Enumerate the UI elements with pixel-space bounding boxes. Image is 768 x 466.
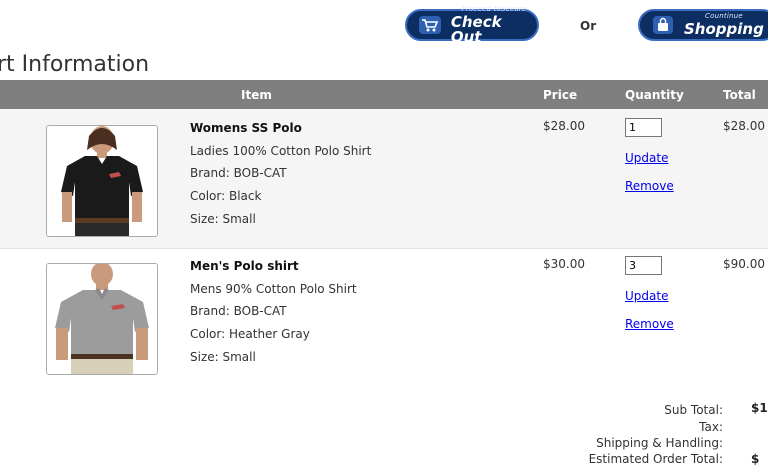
table-row: Womens SS Polo Ladies 100% Cotton Polo S… bbox=[0, 109, 768, 249]
cart-icon bbox=[417, 15, 443, 35]
continue-subtext: Countinue bbox=[705, 12, 743, 20]
tax-label: Tax: bbox=[699, 420, 723, 434]
item-size: Size: Small bbox=[190, 211, 256, 226]
continue-shopping-button[interactable]: Countinue Shopping bbox=[638, 9, 768, 41]
item-name: Men's Polo shirt bbox=[190, 259, 299, 273]
checkout-label: Check Out bbox=[450, 12, 502, 46]
item-total: $28.00 bbox=[723, 119, 765, 133]
subtotal-label: Sub Total: bbox=[664, 403, 723, 417]
table-row: Men's Polo shirt Mens 90% Cotton Polo Sh… bbox=[0, 249, 768, 389]
item-brand: Brand: BOB-CAT bbox=[190, 166, 287, 181]
remove-link[interactable]: Remove bbox=[625, 179, 674, 193]
item-total: $90.00 bbox=[723, 257, 765, 271]
item-color: Color: Black bbox=[190, 189, 262, 204]
update-link[interactable]: Update bbox=[625, 289, 668, 303]
item-price: $30.00 bbox=[543, 257, 585, 271]
item-detail: Mens 90% Cotton Polo Shirt bbox=[190, 281, 357, 296]
item-description: Womens SS Polo Ladies 100% Cotton Polo S… bbox=[190, 121, 371, 234]
update-link[interactable]: Update bbox=[625, 151, 668, 165]
item-price: $28.00 bbox=[543, 119, 585, 133]
order-total-label: Estimated Order Total: bbox=[588, 452, 723, 466]
checkout-subtext: Proceed toSecure bbox=[461, 4, 527, 13]
remove-link[interactable]: Remove bbox=[625, 317, 674, 331]
subtotal-value: $1 bbox=[751, 401, 768, 415]
column-item: Item bbox=[241, 88, 272, 102]
quantity-input[interactable] bbox=[625, 118, 662, 137]
product-image-mens-polo[interactable] bbox=[46, 263, 158, 375]
cart-title: rt Information bbox=[0, 52, 150, 77]
checkout-button[interactable]: Proceed toSecure Check Out bbox=[405, 4, 539, 44]
item-brand: Brand: BOB-CAT bbox=[190, 304, 287, 319]
product-image-womens-polo[interactable] bbox=[46, 125, 158, 237]
column-quantity: Quantity bbox=[625, 88, 684, 102]
item-detail: Ladies 100% Cotton Polo Shirt bbox=[190, 143, 372, 158]
top-action-bar: Proceed toSecure Check Out Or Countinue … bbox=[0, 0, 768, 48]
item-name: Womens SS Polo bbox=[190, 121, 302, 135]
or-separator: Or bbox=[580, 19, 597, 33]
shipping-label: Shipping & Handling: bbox=[596, 436, 723, 450]
item-size: Size: Small bbox=[190, 349, 256, 364]
item-description: Men's Polo shirt Mens 90% Cotton Polo Sh… bbox=[190, 259, 357, 372]
quantity-input[interactable] bbox=[625, 256, 662, 275]
cart-table-header: Item Price Quantity Total bbox=[0, 80, 768, 109]
column-price: Price bbox=[543, 88, 578, 102]
column-total: Total bbox=[723, 88, 756, 102]
order-total-value: $ bbox=[751, 452, 760, 466]
item-color: Color: Heather Gray bbox=[190, 327, 310, 342]
continue-label: Shopping bbox=[684, 20, 764, 38]
bag-icon bbox=[650, 15, 676, 35]
